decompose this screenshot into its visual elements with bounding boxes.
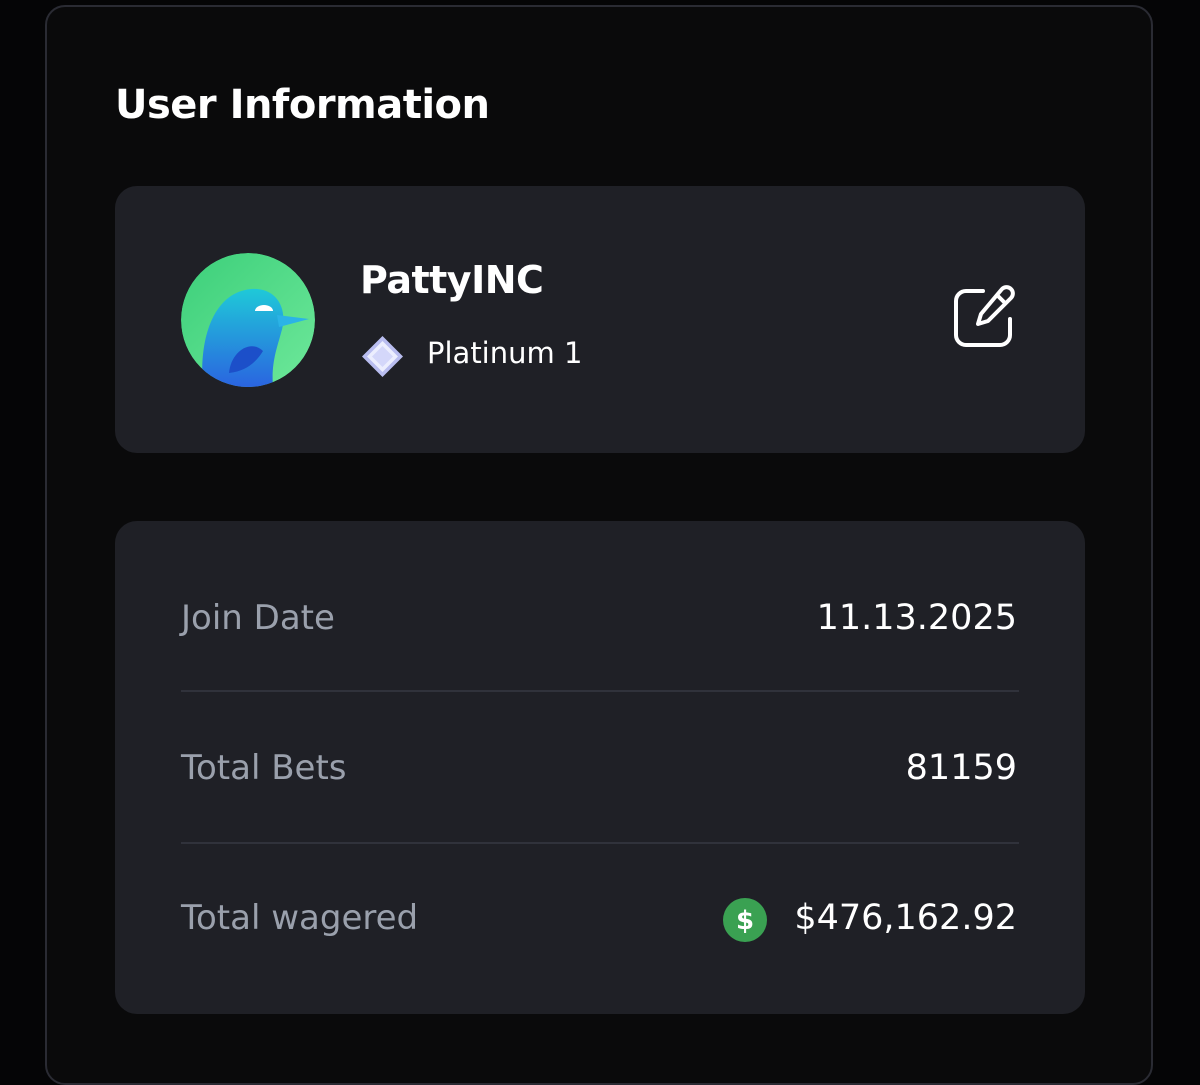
join-date-label: Join Date bbox=[181, 598, 335, 638]
username: PattyINC bbox=[360, 258, 544, 302]
section-title: User Information bbox=[115, 82, 490, 128]
divider bbox=[181, 842, 1019, 844]
platinum-gem-icon bbox=[360, 334, 405, 379]
total-bets-label: Total Bets bbox=[181, 748, 347, 788]
join-date-value: 11.13.2025 bbox=[816, 598, 1017, 638]
total-wagered-label: Total wagered bbox=[181, 898, 419, 938]
edit-profile-button[interactable] bbox=[950, 283, 1020, 351]
total-wagered-value: $476,162.92 bbox=[794, 898, 1017, 938]
dollar-coin-icon: $ bbox=[722, 897, 768, 943]
rank-label: Platinum 1 bbox=[427, 336, 583, 370]
divider bbox=[181, 690, 1019, 692]
total-bets-value: 81159 bbox=[905, 748, 1017, 788]
edit-pencil-icon bbox=[954, 285, 1015, 347]
penguin-avatar-icon bbox=[181, 253, 315, 387]
svg-text:$: $ bbox=[736, 906, 754, 936]
